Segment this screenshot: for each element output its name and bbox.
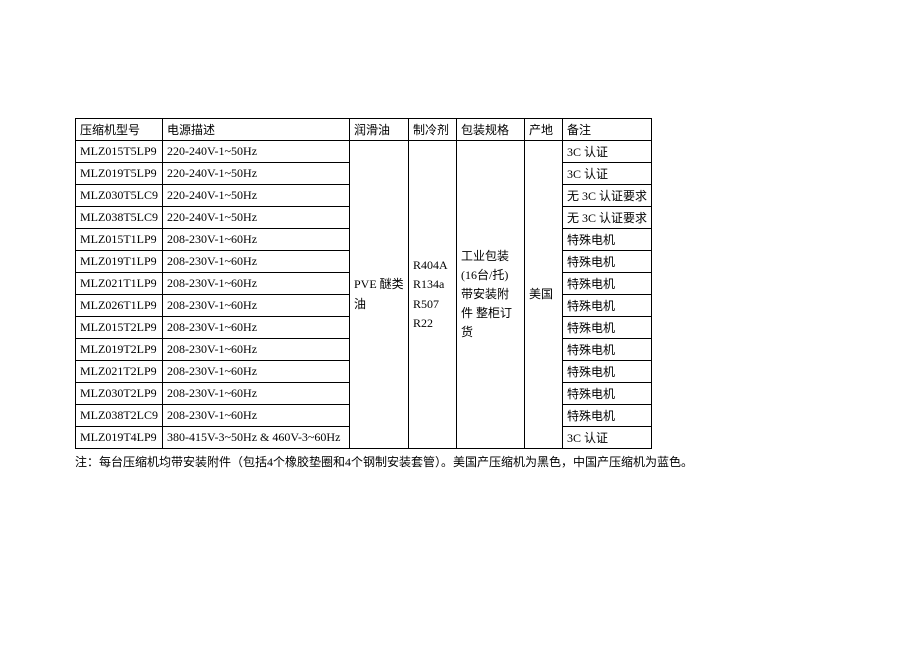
cell-notes: 特殊电机 (563, 273, 652, 295)
cell-notes: 特殊电机 (563, 383, 652, 405)
cell-power: 208-230V-1~60Hz (163, 273, 350, 295)
cell-notes: 3C 认证 (563, 141, 652, 163)
cell-power: 220-240V-1~50Hz (163, 207, 350, 229)
table-body: MLZ015T5LP9 220-240V-1~50Hz PVE 醚类油 R404… (76, 141, 652, 449)
cell-model: MLZ038T5LC9 (76, 207, 163, 229)
header-packaging: 包装规格 (457, 119, 525, 141)
cell-notes: 特殊电机 (563, 317, 652, 339)
cell-model: MLZ030T2LP9 (76, 383, 163, 405)
cell-notes: 无 3C 认证要求 (563, 185, 652, 207)
cell-power: 208-230V-1~60Hz (163, 251, 350, 273)
cell-lubricant-merged: PVE 醚类油 (350, 141, 409, 449)
cell-power: 208-230V-1~60Hz (163, 383, 350, 405)
document-page: 压缩机型号 电源描述 润滑油 制冷剂 包装规格 产地 备注 MLZ015T5LP… (0, 0, 920, 470)
header-power: 电源描述 (163, 119, 350, 141)
cell-origin-merged: 美国 (525, 141, 563, 449)
cell-model: MLZ038T2LC9 (76, 405, 163, 427)
cell-refrigerant-merged: R404A R134a R507 R22 (409, 141, 457, 449)
header-refrigerant: 制冷剂 (409, 119, 457, 141)
table-header-row: 压缩机型号 电源描述 润滑油 制冷剂 包装规格 产地 备注 (76, 119, 652, 141)
header-lubricant: 润滑油 (350, 119, 409, 141)
cell-notes: 特殊电机 (563, 229, 652, 251)
cell-power: 208-230V-1~60Hz (163, 339, 350, 361)
cell-power: 220-240V-1~50Hz (163, 163, 350, 185)
cell-model: MLZ019T4LP9 (76, 427, 163, 449)
cell-model: MLZ015T2LP9 (76, 317, 163, 339)
cell-model: MLZ019T2LP9 (76, 339, 163, 361)
cell-packaging-merged: 工业包装 (16台/托) 带安装附件 整柜订货 (457, 141, 525, 449)
cell-notes: 特殊电机 (563, 361, 652, 383)
cell-model: MLZ015T5LP9 (76, 141, 163, 163)
cell-notes: 3C 认证 (563, 427, 652, 449)
cell-model: MLZ026T1LP9 (76, 295, 163, 317)
cell-notes: 特殊电机 (563, 295, 652, 317)
cell-power: 208-230V-1~60Hz (163, 405, 350, 427)
cell-notes: 特殊电机 (563, 251, 652, 273)
cell-power: 220-240V-1~50Hz (163, 141, 350, 163)
cell-power: 208-230V-1~60Hz (163, 317, 350, 339)
cell-model: MLZ021T1LP9 (76, 273, 163, 295)
table-row: MLZ015T5LP9 220-240V-1~50Hz PVE 醚类油 R404… (76, 141, 652, 163)
cell-model: MLZ015T1LP9 (76, 229, 163, 251)
header-notes: 备注 (563, 119, 652, 141)
cell-model: MLZ021T2LP9 (76, 361, 163, 383)
cell-model: MLZ030T5LC9 (76, 185, 163, 207)
cell-notes: 特殊电机 (563, 339, 652, 361)
cell-power: 208-230V-1~60Hz (163, 361, 350, 383)
header-origin: 产地 (525, 119, 563, 141)
cell-model: MLZ019T1LP9 (76, 251, 163, 273)
cell-notes: 3C 认证 (563, 163, 652, 185)
cell-model: MLZ019T5LP9 (76, 163, 163, 185)
table-footnote: 注：每台压缩机均带安装附件（包括4个橡胶垫圈和4个钢制安装套管）。美国产压缩机为… (75, 453, 920, 470)
compressor-spec-table: 压缩机型号 电源描述 润滑油 制冷剂 包装规格 产地 备注 MLZ015T5LP… (75, 118, 652, 449)
cell-power: 220-240V-1~50Hz (163, 185, 350, 207)
cell-power: 208-230V-1~60Hz (163, 295, 350, 317)
cell-power: 208-230V-1~60Hz (163, 229, 350, 251)
cell-notes: 无 3C 认证要求 (563, 207, 652, 229)
cell-power: 380-415V-3~50Hz & 460V-3~60Hz (163, 427, 350, 449)
cell-notes: 特殊电机 (563, 405, 652, 427)
header-model: 压缩机型号 (76, 119, 163, 141)
